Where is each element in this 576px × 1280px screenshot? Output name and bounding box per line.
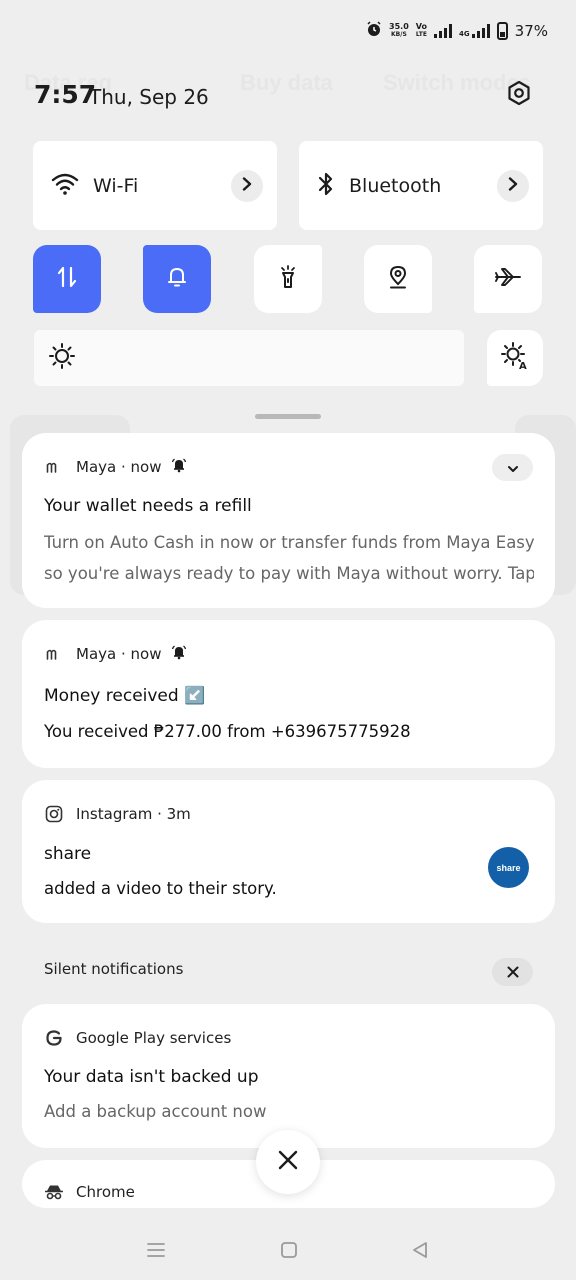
notification-header: Maya · now <box>44 457 187 477</box>
bluetooth-tile[interactable]: Bluetooth <box>299 141 543 230</box>
notification-title: Your data isn't backed up <box>44 1067 259 1087</box>
bluetooth-expand-button[interactable] <box>497 169 529 202</box>
square-icon <box>280 1241 298 1263</box>
home-button[interactable] <box>277 1240 301 1264</box>
notification-header: Google Play services <box>44 1028 231 1048</box>
gear-icon <box>506 80 532 110</box>
svg-text:A: A <box>519 361 527 371</box>
notification-card[interactable]: Instagram · 3m share added a video to th… <box>22 780 555 923</box>
location-toggle[interactable] <box>364 245 432 313</box>
maya-app-icon <box>44 644 64 664</box>
triangle-back-icon <box>411 1241 429 1263</box>
location-pin-icon <box>387 264 409 294</box>
flashlight-toggle[interactable] <box>254 245 322 313</box>
chevron-right-icon <box>241 176 253 195</box>
google-app-icon <box>44 1028 64 1048</box>
notification-app-time: Maya · now <box>76 458 162 476</box>
battery-percent: 37% <box>514 22 548 40</box>
silent-notifications-label: Silent notifications <box>44 960 184 978</box>
incognito-icon <box>44 1182 64 1202</box>
expand-notification-button[interactable] <box>492 454 533 481</box>
notification-body-line: so you're always ready to pay with Maya … <box>44 564 534 583</box>
notification-header: Maya · now <box>44 644 187 664</box>
clear-silent-button[interactable] <box>492 958 533 986</box>
bell-icon <box>166 265 188 293</box>
notification-title: Money received ↙️ <box>44 686 206 706</box>
sim2-signal-group: 4G <box>459 24 490 38</box>
airplane-mode-toggle[interactable] <box>474 245 542 313</box>
volte-top: Vo <box>415 22 428 31</box>
volte-indicator: Vo LTE <box>416 23 427 39</box>
data-arrows-icon <box>56 265 78 293</box>
chevron-down-icon <box>507 458 519 477</box>
bell-ring-icon <box>171 644 187 664</box>
wifi-icon <box>51 172 79 200</box>
status-bar: 35.0 KB/S Vo LTE 4G 37% <box>366 16 548 46</box>
mobile-data-toggle[interactable] <box>33 245 101 313</box>
volte-bottom: LTE <box>415 31 427 38</box>
notification-card[interactable]: Google Play services Your data isn't bac… <box>22 1004 555 1148</box>
sound-toggle[interactable] <box>143 245 211 313</box>
sender-avatar: share <box>488 847 529 888</box>
notification-app-time: Instagram · 3m <box>76 805 191 823</box>
signal-bars-icon <box>471 24 490 38</box>
notification-body-line: Turn on Auto Cash in now or transfer fun… <box>44 533 534 552</box>
speed-unit: KB/S <box>391 31 407 38</box>
clock-time[interactable]: 7:57 <box>34 80 96 109</box>
wifi-expand-button[interactable] <box>231 169 263 202</box>
ghost-label: Buy data <box>240 70 333 95</box>
chevron-right-icon <box>507 176 519 195</box>
notification-body: added a video to their story. <box>44 879 277 898</box>
drag-handle[interactable] <box>255 414 321 419</box>
clear-all-button[interactable] <box>256 1130 320 1194</box>
instagram-app-icon <box>44 804 64 824</box>
network-type: 4G <box>459 30 470 38</box>
notification-header: Instagram · 3m <box>44 804 191 824</box>
notification-title: Your wallet needs a refill <box>44 496 252 516</box>
notification-header: Chrome <box>44 1182 135 1202</box>
wifi-tile[interactable]: Wi-Fi <box>33 141 277 230</box>
flashlight-icon <box>277 264 299 294</box>
notification-app-name: Google Play services <box>76 1029 232 1047</box>
clock-date[interactable]: Thu, Sep 26 <box>89 85 209 109</box>
airplane-icon <box>494 266 522 292</box>
auto-brightness-icon: A <box>500 341 530 375</box>
notification-title: share <box>44 844 92 864</box>
brightness-slider[interactable] <box>34 330 464 386</box>
settings-button[interactable] <box>500 76 538 114</box>
bluetooth-icon <box>317 171 335 201</box>
close-icon <box>507 963 519 982</box>
notification-body: Add a backup account now <box>44 1102 267 1121</box>
sun-icon <box>48 342 76 374</box>
navigation-bar <box>0 1222 576 1280</box>
notification-app-name: Chrome <box>76 1183 135 1201</box>
close-icon <box>277 1149 299 1175</box>
signal-bars-icon <box>434 24 453 38</box>
notification-card[interactable]: Maya · now Your wallet needs a refill Tu… <box>22 433 555 608</box>
battery-icon <box>496 22 508 40</box>
back-button[interactable] <box>408 1240 432 1264</box>
maya-app-icon <box>44 457 64 477</box>
menu-lines-icon <box>146 1241 166 1263</box>
wifi-label: Wi-Fi <box>93 174 139 197</box>
bell-ring-icon <box>171 457 187 477</box>
alarm-icon <box>366 21 382 41</box>
auto-brightness-button[interactable]: A <box>487 330 543 386</box>
speed-value: 35.0 <box>389 22 409 31</box>
notification-body: You received ₱277.00 from +639675775928 <box>44 722 411 741</box>
bluetooth-label: Bluetooth <box>349 174 442 197</box>
network-speed: 35.0 KB/S <box>389 23 409 39</box>
notification-card[interactable]: Maya · now Money received ↙️ You receive… <box>22 620 555 768</box>
recents-button[interactable] <box>144 1240 168 1264</box>
notification-app-time: Maya · now <box>76 645 162 663</box>
